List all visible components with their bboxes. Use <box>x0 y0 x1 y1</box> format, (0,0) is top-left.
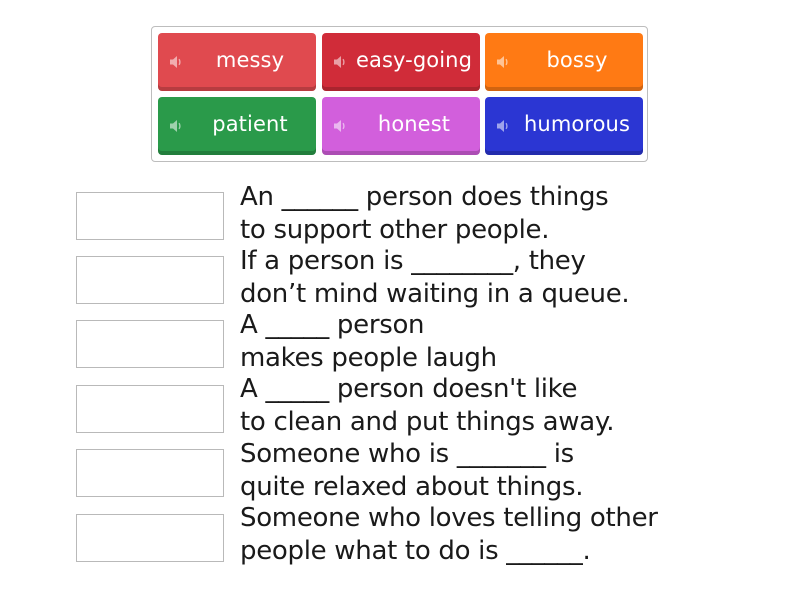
speaker-icon[interactable] <box>332 54 348 70</box>
speaker-icon[interactable] <box>495 54 511 70</box>
word-tile-label: patient <box>212 111 288 136</box>
question-line: to support other people. <box>240 215 550 245</box>
question-line: quite relaxed about things. <box>240 472 584 502</box>
answer-drop-zone-3[interactable] <box>76 320 224 368</box>
word-tile-label: easy-going <box>355 47 473 72</box>
answer-drop-zone-4[interactable] <box>76 385 224 433</box>
question-1: An ______ person does things to support … <box>240 181 609 247</box>
question-line: makes people laugh <box>240 343 497 373</box>
question-2: If a person is ________, they don’t mind… <box>240 245 630 311</box>
speaker-icon[interactable] <box>168 54 184 70</box>
question-4: A _____ person doesn't like to clean and… <box>240 373 615 439</box>
answer-drop-zone-2[interactable] <box>76 256 224 304</box>
answer-drop-zone-1[interactable] <box>76 192 224 240</box>
question-5: Someone who is _______ is quite relaxed … <box>240 438 583 504</box>
answer-drop-zone-6[interactable] <box>76 514 224 562</box>
question-line: Someone who loves telling other <box>240 503 658 533</box>
question-line: An ______ person does things <box>240 182 609 212</box>
question-line: A _____ person <box>240 310 425 340</box>
answer-drop-zone-5[interactable] <box>76 449 224 497</box>
question-line: If a person is ________, they <box>240 246 586 276</box>
speaker-icon[interactable] <box>332 118 348 134</box>
question-line: Someone who is _______ is <box>240 439 574 469</box>
speaker-icon[interactable] <box>168 118 184 134</box>
word-bank: messy easy-going bossy patient honest hu… <box>151 26 648 162</box>
word-tile-patient[interactable]: patient <box>158 97 316 155</box>
word-tile-humorous[interactable]: humorous <box>485 97 643 155</box>
word-tile-label: humorous <box>524 111 630 136</box>
word-tile-label: honest <box>377 111 451 136</box>
question-6: Someone who loves telling other people w… <box>240 502 658 568</box>
word-tile-honest[interactable]: honest <box>322 97 480 155</box>
word-tile-bossy[interactable]: bossy <box>485 33 643 91</box>
question-line: A _____ person doesn't like <box>240 374 578 404</box>
question-line: don’t mind waiting in a queue. <box>240 279 630 309</box>
word-tile-messy[interactable]: messy <box>158 33 316 91</box>
question-line: people what to do is ______. <box>240 536 591 566</box>
word-tile-easy-going[interactable]: easy-going <box>322 33 480 91</box>
speaker-icon[interactable] <box>495 118 511 134</box>
question-line: to clean and put things away. <box>240 407 615 437</box>
word-tile-label: bossy <box>546 47 608 72</box>
word-tile-label: messy <box>215 47 285 72</box>
question-3: A _____ person makes people laugh <box>240 309 497 375</box>
